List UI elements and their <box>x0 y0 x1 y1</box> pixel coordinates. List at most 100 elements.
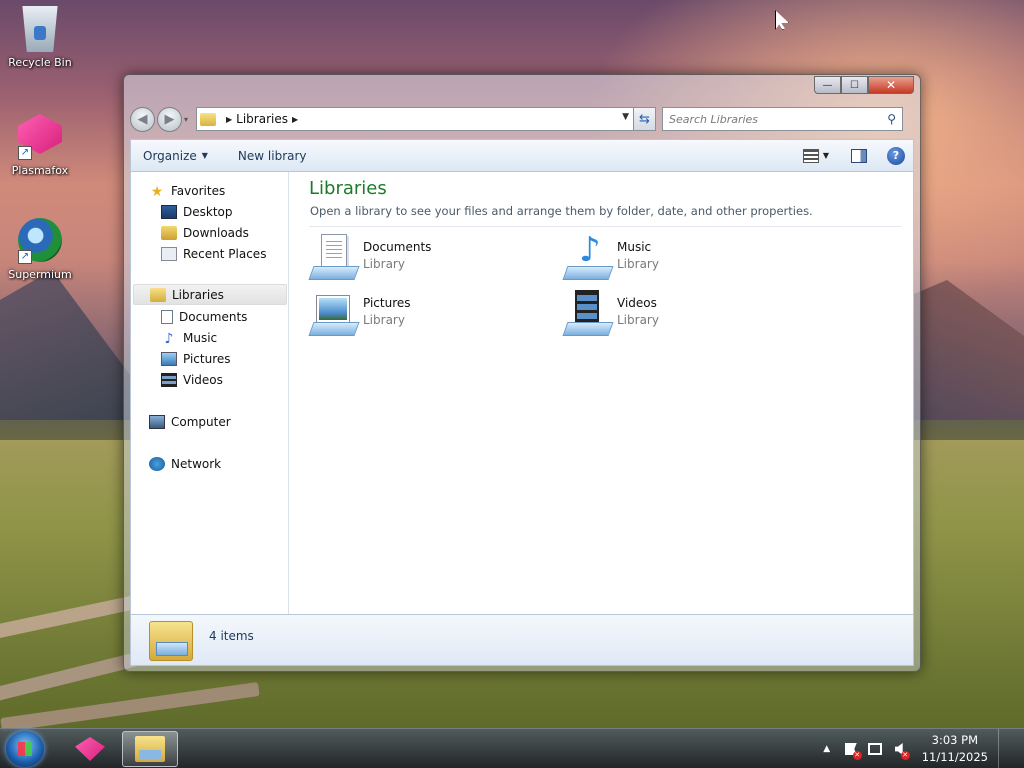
nav-item-label: Videos <box>183 372 223 387</box>
new-library-button[interactable]: New library <box>238 149 307 163</box>
navigation-pane: ★ Favorites Desktop Downloads Recent Pla… <box>131 172 289 614</box>
recent-places-icon <box>161 246 177 261</box>
library-name: Documents <box>363 240 432 254</box>
library-type: Library <box>363 313 405 327</box>
supermium-icon: ↗ <box>18 218 62 264</box>
close-button[interactable]: ✕ <box>868 76 914 94</box>
nav-item-videos[interactable]: Videos <box>161 369 223 390</box>
content-area: ★ Favorites Desktop Downloads Recent Pla… <box>130 172 914 614</box>
address-history-chevron-icon[interactable]: ▼ <box>622 112 629 122</box>
wallpaper-mountain-left <box>0 270 130 420</box>
nav-item-label: Pictures <box>183 351 231 366</box>
network-status-icon[interactable] <box>866 740 884 758</box>
taskbar-clock[interactable]: 3:03 PM 11/11/2025 <box>922 732 988 766</box>
library-type: Library <box>617 313 659 327</box>
videos-library-icon <box>562 290 614 338</box>
nav-item-documents[interactable]: Documents <box>161 306 247 327</box>
show-desktop-button[interactable] <box>998 729 1010 768</box>
nav-item-music[interactable]: ♪ Music <box>161 327 218 348</box>
action-center-flag-icon[interactable]: ✕ <box>842 740 862 760</box>
search-icon[interactable]: ⚲ <box>887 112 896 126</box>
plasmafox-icon: ↗ <box>18 114 62 160</box>
breadcrumb-libraries[interactable]: Libraries <box>236 112 288 126</box>
nav-item-label: Desktop <box>183 204 233 219</box>
change-view-icon[interactable] <box>802 148 819 163</box>
search-input[interactable] <box>669 112 888 126</box>
desktop-icon-plasmafox[interactable]: ↗ Plasmafox <box>4 114 76 177</box>
page-title: Libraries <box>309 178 387 199</box>
music-note-icon: ♪ <box>164 330 174 347</box>
file-list-pane: Libraries Open a library to see your fil… <box>291 172 913 614</box>
back-button[interactable]: ◀ <box>130 106 155 132</box>
library-tile-pictures[interactable]: Pictures Library <box>308 290 411 338</box>
organize-label: Organize <box>143 148 197 163</box>
taskbar-plasmafox[interactable] <box>62 731 118 767</box>
documents-library-icon <box>308 234 360 282</box>
computer-icon <box>149 414 165 429</box>
help-icon[interactable]: ? <box>887 146 905 165</box>
nav-network[interactable]: Network <box>149 453 221 474</box>
volume-muted-icon[interactable]: ✕ <box>890 740 910 760</box>
libraries-folder-icon <box>150 287 166 302</box>
show-hidden-icons-chevron-icon[interactable]: ▲ <box>818 740 836 758</box>
library-name: Pictures <box>363 296 411 310</box>
recent-pages-chevron-icon[interactable]: ▾ <box>184 115 192 124</box>
libraries-folder-icon <box>200 112 216 126</box>
nav-item-desktop[interactable]: Desktop <box>161 201 233 222</box>
library-type: Library <box>617 257 659 271</box>
desktop-icon-label: Recycle Bin <box>8 56 72 69</box>
nav-item-recent-places[interactable]: Recent Places <box>161 243 266 264</box>
nav-item-downloads[interactable]: Downloads <box>161 222 249 243</box>
maximize-button[interactable]: ☐ <box>841 76 868 94</box>
new-library-label: New library <box>237 148 307 163</box>
taskbar-explorer[interactable] <box>122 731 178 767</box>
view-controls: ▼ ? <box>802 146 913 165</box>
nav-item-pictures[interactable]: Pictures <box>161 348 231 369</box>
nav-item-label: Documents <box>179 309 248 324</box>
clock-time: 3:03 PM <box>931 733 979 747</box>
downloads-folder-icon <box>161 225 177 240</box>
minimize-button[interactable]: — <box>814 76 841 94</box>
desktop-icon-supermium[interactable]: ↗ Supermium <box>4 218 76 281</box>
details-pane: 4 items <box>130 614 914 666</box>
nav-computer[interactable]: Computer <box>149 411 231 432</box>
desktop-icon-recycle-bin[interactable]: Recycle Bin <box>4 6 76 69</box>
desktop-icon-label: Supermium <box>8 268 72 281</box>
taskbar: ▲ ✕ ✕ 3:03 PM 11/11/2025 <box>0 728 1024 768</box>
desktop-icon <box>161 204 177 219</box>
refresh-button[interactable]: ⇆ <box>634 107 656 131</box>
breadcrumb-arrow-icon[interactable]: ▶ <box>226 115 232 124</box>
film-strip-icon <box>161 372 177 387</box>
favorites-star-icon: ★ <box>150 183 164 200</box>
network-globe-icon <box>149 456 165 471</box>
view-options-chevron-icon[interactable]: ▼ <box>823 151 829 160</box>
forward-button[interactable]: ▶ <box>157 106 182 132</box>
document-icon <box>161 309 173 324</box>
organize-button[interactable]: Organize ▼ <box>143 149 208 163</box>
breadcrumb-arrow-icon[interactable]: ▶ <box>292 115 298 124</box>
library-name: Videos <box>617 296 657 310</box>
nav-libraries-label: Libraries <box>172 287 224 302</box>
libraries-folder-large-icon <box>149 621 193 661</box>
item-count: 4 items <box>209 629 254 643</box>
nav-favorites[interactable]: ★ Favorites <box>149 180 226 201</box>
library-tile-videos[interactable]: Videos Library <box>562 290 659 338</box>
address-bar[interactable]: ▶ Libraries ▶ ▼ <box>196 107 634 131</box>
nav-item-label: Music <box>183 330 218 345</box>
pictures-library-icon <box>308 290 360 338</box>
mouse-cursor-icon <box>775 10 789 30</box>
plasmafox-icon <box>75 737 105 761</box>
explorer-window: — ☐ ✕ ◀ ▶ ▾ ▶ Libraries ▶ ▼ ⇆ ⚲ Organize… <box>123 74 921 672</box>
start-button[interactable] <box>6 731 44 767</box>
recycle-bin-icon <box>22 6 58 52</box>
nav-network-label: Network <box>171 456 222 471</box>
nav-item-label: Recent Places <box>183 246 267 261</box>
system-tray: ▲ ✕ ✕ 3:03 PM 11/11/2025 <box>812 729 1010 768</box>
library-tile-documents[interactable]: Documents Library <box>308 234 432 282</box>
preview-pane-icon[interactable] <box>851 148 867 163</box>
library-tile-music[interactable]: ♪ Music Library <box>562 230 659 282</box>
search-box[interactable]: ⚲ <box>662 107 903 131</box>
window-controls: — ☐ ✕ <box>814 76 914 94</box>
nav-computer-label: Computer <box>171 414 231 429</box>
nav-libraries[interactable]: Libraries <box>133 284 287 305</box>
